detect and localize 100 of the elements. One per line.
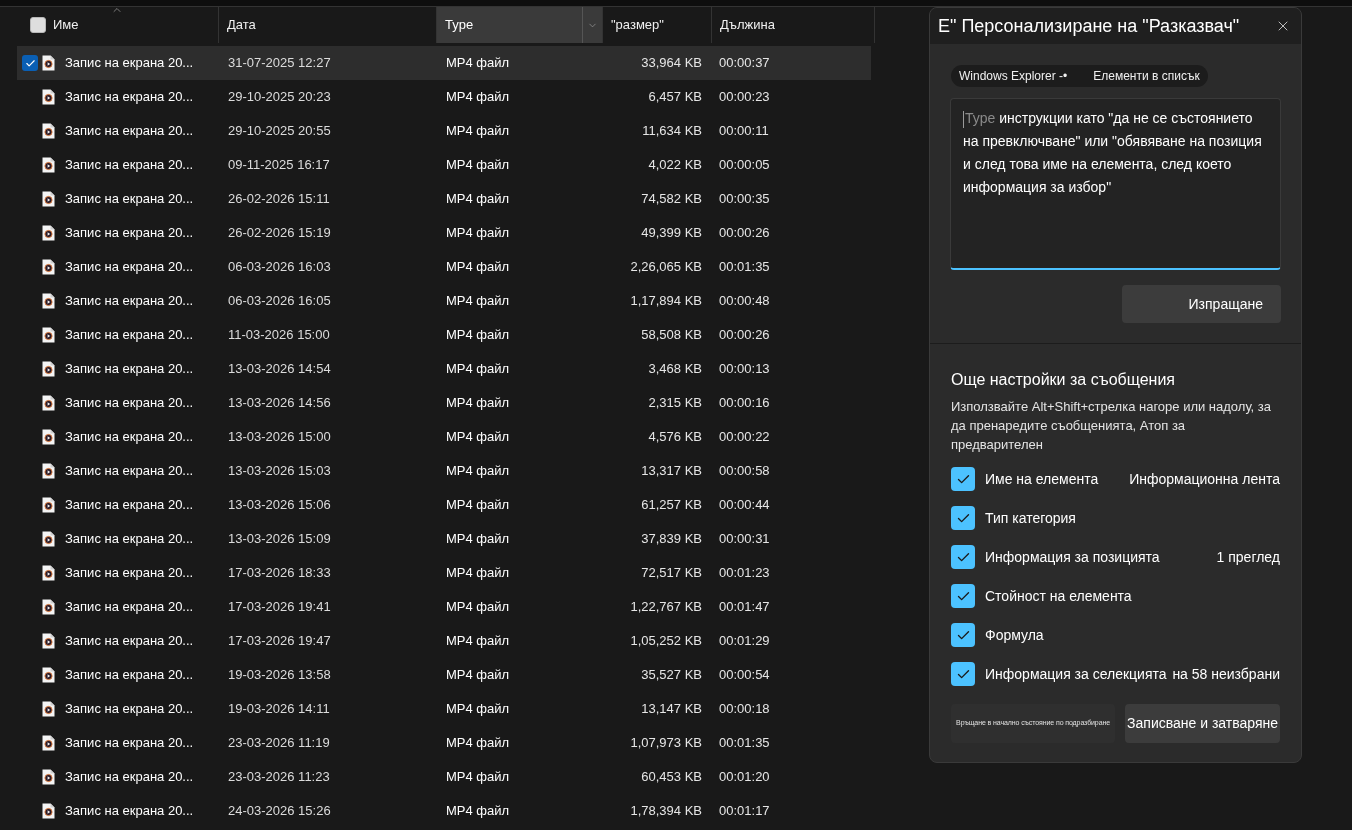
file-row[interactable]: Запис на екрана 20... 19-03-2026 14:11 MP4 файл 13,147 KB 00:00:18 [17,692,871,726]
file-row[interactable]: Запис на екрана 20... 19-03-2026 13:58 MP4 файл 35,527 KB 00:00:54 [17,658,871,692]
file-row[interactable]: Запис на екрана 20... 29-10-2025 20:23 MP4 файл 6,457 KB 00:00:23 [17,80,871,114]
file-size: 33,964 KB [640,54,703,73]
file-row[interactable]: Запис на екрана 20... 13-03-2026 14:56 MP4 файл 2,315 KB 00:00:16 [17,386,871,420]
column-header[interactable]: "размер" [603,7,712,43]
video-length: 00:00:58 [718,462,771,481]
file-row[interactable]: Запис на екрана 20... 17-03-2026 19:41 MP4 файл 1,22,767 KB 00:01:47 [17,590,871,624]
date-modified: 29-10-2025 20:23 [227,88,332,107]
file-type: MP4 файл [445,428,511,447]
checkmark-icon [24,57,36,69]
file-name: Запис на екрана 20... [65,768,194,787]
video-file-icon [42,123,55,139]
file-size: 72,517 KB [640,564,703,583]
option-checkbox[interactable] [951,623,975,647]
file-row[interactable]: Запис на екрана 20... 06-03-2026 16:03 MP4 файл 2,26,065 KB 00:01:35 [17,250,871,284]
date-modified: 13-03-2026 15:06 [227,496,332,515]
video-length: 00:01:23 [718,564,771,583]
file-row[interactable]: Запис на екрана 20... 29-10-2025 20:55 MP4 файл 11,634 KB 00:00:11 [17,114,871,148]
video-file-icon [42,633,55,649]
file-row[interactable]: Запис на екрана 20... 13-03-2026 15:00 MP4 файл 4,576 KB 00:00:22 [17,420,871,454]
option-checkbox[interactable] [951,662,975,686]
file-row[interactable]: Запис на екрана 20... 13-03-2026 15:09 MP4 файл 37,839 KB 00:00:31 [17,522,871,556]
file-name: Запис на екрана 20... [65,224,194,243]
file-row[interactable]: Запис на екрана 20... 06-03-2026 16:05 MP4 файл 1,17,894 KB 00:00:48 [17,284,871,318]
file-type: MP4 файл [445,54,511,73]
date-modified: 19-03-2026 14:11 [227,700,331,719]
file-type: MP4 файл [445,564,511,583]
file-row[interactable]: Запис на екрана 20... 13-03-2026 15:03 MP4 файл 13,317 KB 00:00:58 [17,454,871,488]
date-modified: 26-02-2026 15:11 [227,190,331,209]
select-all-checkbox[interactable] [30,17,46,33]
video-file-icon [42,55,55,71]
column-header[interactable]: Дължина [712,7,875,43]
date-modified: 13-03-2026 15:00 [227,428,332,447]
file-row[interactable]: Запис на екрана 20... 17-03-2026 19:47 MP4 файл 1,05,252 KB 00:01:29 [17,624,871,658]
video-length: 00:00:23 [718,88,771,107]
video-file-icon [42,89,55,105]
video-file-icon [42,191,55,207]
date-modified: 13-03-2026 15:09 [227,530,332,549]
file-row[interactable]: Запис на екрана 20... 23-03-2026 11:23 MP4 файл 60,453 KB 00:01:20 [17,760,871,794]
video-file-icon [42,565,55,581]
file-type: MP4 файл [445,292,511,311]
file-row[interactable]: Запис на екрана 20... 09-11-2025 16:17 MP4 файл 4,022 KB 00:00:05 [17,148,871,182]
video-file-icon [42,497,55,513]
option-label: Стойност на елемента [985,586,1132,606]
video-length: 00:00:22 [718,428,771,447]
file-size: 13,317 KB [640,462,703,481]
row-checkbox[interactable] [22,55,38,71]
option-checkbox[interactable] [951,584,975,608]
video-length: 00:00:44 [718,496,771,515]
file-type: MP4 файл [445,768,511,787]
file-name: Запис на екрана 20... [65,428,194,447]
file-type: MP4 файл [445,700,511,719]
video-length: 00:00:48 [718,292,771,311]
file-size: 3,468 KB [647,360,703,379]
video-length: 00:00:16 [718,394,771,413]
date-modified: 23-03-2026 11:19 [227,734,331,753]
option-checkbox[interactable] [951,506,975,530]
file-size: 4,576 KB [647,428,703,447]
file-type: MP4 файл [445,88,511,107]
file-size: 4,022 KB [647,156,703,175]
video-file-icon [42,667,55,683]
video-length: 00:01:47 [718,598,771,617]
file-size: 1,78,394 KB [629,802,703,821]
file-row[interactable]: Запис на екрана 20... 13-03-2026 15:06 MP4 файл 61,257 KB 00:00:44 [17,488,871,522]
file-row[interactable]: Запис на екрана 20... 13-03-2026 14:54 MP4 файл 3,468 KB 00:00:13 [17,352,871,386]
file-row[interactable]: Запис на екрана 20... 23-03-2026 11:19 MP4 файл 1,07,973 KB 00:01:35 [17,726,871,760]
file-size: 2,26,065 KB [629,258,703,277]
column-header[interactable]: Type [437,7,603,43]
file-type: MP4 файл [445,190,511,209]
save-and-close-button[interactable]: Записване и затваряне [1125,704,1280,743]
video-file-icon [42,327,55,343]
file-name: Запис на екрана 20... [65,54,194,73]
instructions-field[interactable]: Type инструкции като "да не се състоянието на превключване" или "обявяване на позиция и след това име на елемента, след което информация за избор" [950,98,1281,270]
video-length: 00:00:18 [718,700,771,719]
file-row[interactable]: Запис на екрана 20... 31-07-2025 12:27 MP4 файл 33,964 KB 00:00:37 [17,46,871,80]
file-type: MP4 файл [445,666,511,685]
column-header[interactable]: Име [53,7,219,43]
file-row[interactable]: Запис на екрана 20... 26-02-2026 15:19 MP4 файл 49,399 KB 00:00:26 [17,216,871,250]
file-row[interactable]: Запис на екрана 20... 26-02-2026 15:11 MP4 файл 74,582 KB 00:00:35 [17,182,871,216]
file-name: Запис на екрана 20... [65,258,194,277]
file-name: Запис на екрана 20... [65,462,194,481]
file-type: MP4 файл [445,802,511,821]
date-modified: 13-03-2026 14:54 [227,360,332,379]
option-label: Информация за позицията [985,547,1160,567]
send-button[interactable]: Изпращане [1122,285,1281,323]
file-row[interactable]: Запис на екрана 20... 11-03-2026 15:00 MP4 файл 58,508 KB 00:00:26 [17,318,871,352]
file-row[interactable]: Запис на екрана 20... 24-03-2026 15:26 MP4 файл 1,78,394 KB 00:01:17 [17,794,871,828]
option-checkbox[interactable] [951,467,975,491]
video-file-icon [42,429,55,445]
video-length: 00:00:13 [718,360,771,379]
file-type: MP4 файл [445,122,511,141]
option-label: Информация за селекцията [985,664,1167,684]
video-length: 00:00:31 [718,530,771,549]
file-row[interactable]: Запис на екрана 20... 17-03-2026 18:33 MP4 файл 72,517 KB 00:01:23 [17,556,871,590]
option-checkbox[interactable] [951,545,975,569]
file-name: Запис на екрана 20... [65,88,194,107]
file-size: 1,17,894 KB [629,292,703,311]
file-type: MP4 файл [445,496,511,515]
file-name: Запис на екрана 20... [65,122,194,141]
